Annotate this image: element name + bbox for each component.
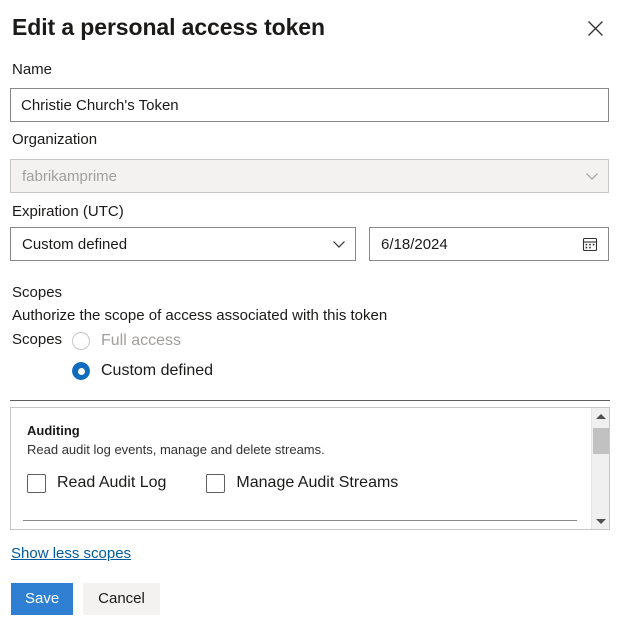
scopes-radio-group-label: Scopes: [12, 330, 62, 349]
expiration-date-value: 6/18/2024: [381, 236, 582, 253]
name-input[interactable]: [10, 88, 609, 122]
scroll-up-arrow-icon[interactable]: [592, 408, 609, 424]
scopes-description: Authorize the scope of access associated…: [12, 306, 387, 325]
expiration-preset-select[interactable]: Custom defined: [10, 227, 356, 261]
calendar-icon[interactable]: [582, 236, 598, 252]
radio-full-access[interactable]: Full access: [72, 330, 181, 352]
scopes-heading: Scopes: [12, 284, 62, 302]
edit-pat-dialog: Edit a personal access token Name Organi…: [0, 0, 621, 626]
scopes-list: Auditing Read audit log events, manage a…: [10, 407, 610, 530]
organization-select[interactable]: fabrikamprime: [10, 159, 609, 193]
radio-custom-defined-label: Custom defined: [101, 361, 213, 381]
checkbox-manage-audit-streams[interactable]: Manage Audit Streams: [206, 473, 398, 493]
expiration-date-field[interactable]: 6/18/2024: [369, 227, 609, 261]
scopes-scrollbar[interactable]: [591, 408, 609, 529]
close-button[interactable]: [581, 14, 609, 42]
dialog-header: Edit a personal access token: [12, 10, 609, 50]
checkbox-mark-icon: [27, 474, 46, 493]
expiration-label: Expiration (UTC): [12, 203, 124, 221]
scope-checkbox-row: Read Audit Log Manage Audit Streams: [27, 473, 589, 493]
radio-mark-selected-icon: [72, 362, 90, 380]
checkbox-read-audit-log-label: Read Audit Log: [57, 473, 166, 493]
radio-mark-icon: [72, 332, 90, 350]
radio-full-access-label: Full access: [101, 331, 181, 351]
save-button[interactable]: Save: [11, 583, 73, 615]
radio-custom-defined[interactable]: Custom defined: [72, 360, 213, 382]
page-title: Edit a personal access token: [12, 10, 325, 44]
scroll-down-arrow-icon[interactable]: [592, 513, 609, 529]
chevron-down-icon: [331, 236, 347, 252]
scope-group-title: Auditing: [27, 423, 589, 439]
name-label: Name: [12, 61, 52, 79]
show-less-scopes-link[interactable]: Show less scopes: [11, 545, 131, 563]
scope-item-separator: [23, 520, 577, 521]
organization-value: fabrikamprime: [22, 168, 584, 185]
chevron-down-icon: [584, 168, 600, 184]
checkbox-mark-icon: [206, 474, 225, 493]
scope-group-description: Read audit log events, manage and delete…: [27, 441, 589, 458]
scope-group-auditing: Auditing Read audit log events, manage a…: [11, 408, 589, 493]
expiration-preset-value: Custom defined: [22, 236, 331, 253]
close-icon: [587, 20, 604, 37]
scopes-divider: [10, 400, 610, 401]
checkbox-read-audit-log[interactable]: Read Audit Log: [27, 473, 166, 493]
checkbox-manage-audit-streams-label: Manage Audit Streams: [236, 473, 398, 493]
organization-label: Organization: [12, 131, 97, 149]
scrollbar-thumb[interactable]: [593, 428, 609, 454]
cancel-button[interactable]: Cancel: [83, 583, 160, 615]
